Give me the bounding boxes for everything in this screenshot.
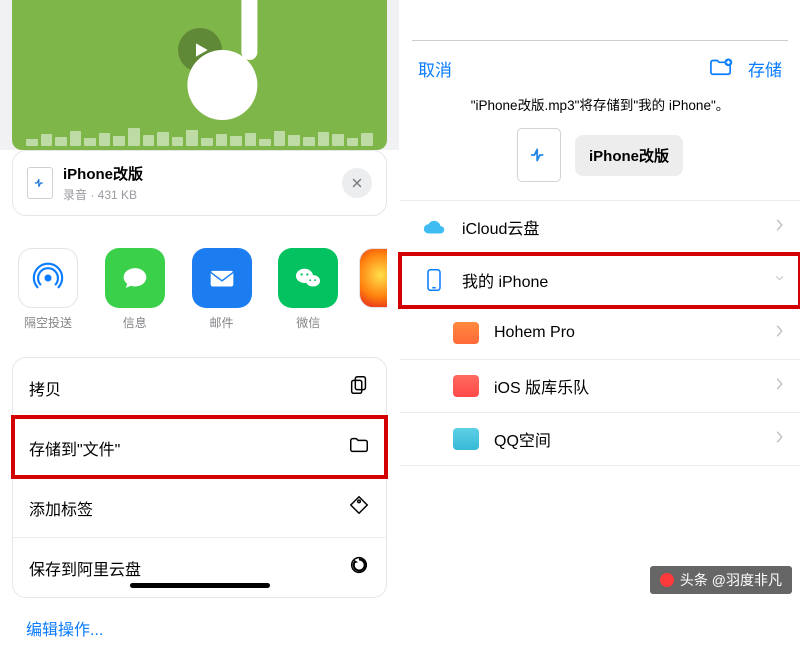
files-save-pane: 取消 存储 "iPhone改版.mp3"将存储到"我的 iPhone"。 iPh… [400,0,800,600]
share-label: 信息 [99,314,171,331]
location-sub-garageband[interactable]: iOS 版库乐队 [400,360,800,413]
action-label: 添加标签 [29,496,93,520]
close-button[interactable] [342,168,372,198]
location-label: iCloud云盘 [462,215,539,239]
new-folder-button[interactable] [708,55,734,82]
location-icloud[interactable]: iCloud云盘 [400,200,800,254]
location-label: Hohem Pro [494,324,575,342]
share-mail[interactable]: 邮件 [186,248,258,331]
mail-icon [192,248,252,308]
media-preview [0,0,399,150]
action-save-to-files[interactable]: 存储到"文件" [13,417,386,477]
iphone-icon [420,268,448,292]
file-summary-card: iPhone改版 录音 · 431 KB [12,150,387,216]
folder-icon [452,321,480,345]
waveform-icon [12,124,387,146]
share-label: 微信 [272,314,344,331]
audio-file-icon [517,128,561,182]
location-sub-qqzone[interactable]: QQ空间 [400,413,800,466]
toutiao-logo-icon [660,573,674,587]
edit-actions-link[interactable]: 编辑操作... [0,598,399,658]
chevron-right-icon [775,430,784,449]
file-meta: 录音 · 431 KB [63,186,143,203]
file-name-chip[interactable]: iPhone改版 [575,135,683,176]
chevron-right-icon [775,324,784,343]
share-weibo[interactable] [359,248,387,331]
action-label: 拷贝 [29,376,61,400]
chevron-right-icon [775,377,784,396]
airdrop-icon [18,248,78,308]
save-button[interactable]: 存储 [748,56,782,81]
home-indicator [130,583,270,588]
share-airdrop[interactable]: 隔空投送 [12,248,84,331]
tag-icon [348,494,370,521]
copy-icon [348,374,370,401]
folder-icon [348,434,370,461]
share-targets-row: 隔空投送 信息 邮件 微信 [12,230,387,341]
save-info-text: "iPhone改版.mp3"将存储到"我的 iPhone"。 [400,92,800,128]
watermark: 头条 @羽度非凡 [650,566,792,594]
location-sub-hohem[interactable]: Hohem Pro [400,307,800,360]
action-label: 存储到"文件" [29,436,120,460]
folder-icon [452,374,480,398]
locations-list: iCloud云盘 我的 iPhone Hohem Pro iOS 版库乐队 QQ [400,200,800,466]
file-name: iPhone改版 [63,163,143,184]
chevron-right-icon [775,218,784,237]
refresh-circle-icon [348,554,370,581]
music-note-icon [187,50,257,120]
share-messages[interactable]: 信息 [99,248,171,331]
action-save-aliyun[interactable]: 保存到阿里云盘 [13,537,386,597]
weibo-icon [359,248,387,308]
location-label: QQ空间 [494,427,551,451]
wechat-icon [278,248,338,308]
cloud-icon [420,215,448,239]
chevron-down-icon [775,271,784,290]
watermark-text: 头条 @羽度非凡 [680,570,782,590]
share-sheet-pane: iPhone改版 录音 · 431 KB 隔空投送 信息 [0,0,400,600]
share-label: 隔空投送 [12,314,84,331]
action-add-tag[interactable]: 添加标签 [13,477,386,537]
location-my-iphone[interactable]: 我的 iPhone [400,254,800,307]
action-copy[interactable]: 拷贝 [13,358,386,417]
action-list: 拷贝 存储到"文件" 添加标签 保存到阿里云盘 [12,357,387,598]
cancel-button[interactable]: 取消 [418,56,452,81]
folder-icon [452,427,480,451]
share-wechat[interactable]: 微信 [272,248,344,331]
action-label: 保存到阿里云盘 [29,556,141,580]
messages-icon [105,248,165,308]
location-label: 我的 iPhone [462,268,548,292]
audio-file-icon [27,167,53,199]
location-label: iOS 版库乐队 [494,374,589,398]
share-label: 邮件 [186,314,258,331]
save-nav-bar: 取消 存储 [400,41,800,92]
file-chip-row: iPhone改版 [400,128,800,182]
